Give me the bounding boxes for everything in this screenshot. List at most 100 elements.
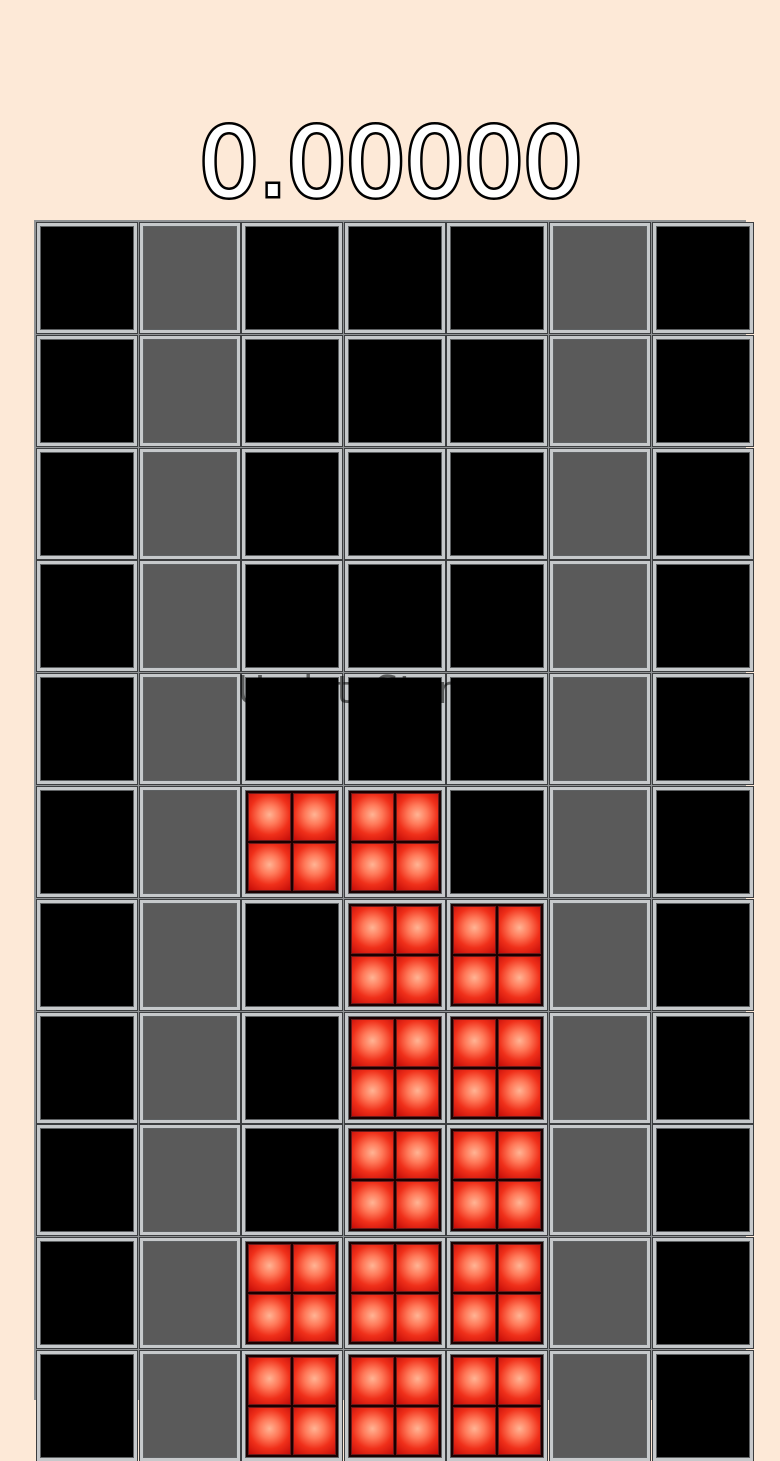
board-cell-gray[interactable]: [550, 1238, 650, 1349]
board-cell-gray[interactable]: [550, 448, 650, 559]
board-cell-black[interactable]: [37, 674, 137, 785]
board-cell-black[interactable]: [37, 335, 137, 446]
board-cell-red[interactable]: [242, 1351, 343, 1461]
board-cell-gray[interactable]: [550, 561, 650, 672]
red-block-segment: [395, 1244, 439, 1293]
board-cell-black[interactable]: [447, 674, 548, 785]
board-cell-black[interactable]: [447, 335, 548, 446]
board-cell-black[interactable]: [37, 1125, 137, 1236]
board-cell-gray[interactable]: [550, 1125, 650, 1236]
red-block-segment: [395, 843, 439, 891]
board-cell-gray[interactable]: [550, 335, 650, 446]
board-cell-red[interactable]: [344, 1351, 445, 1461]
board-cell-black[interactable]: [652, 561, 753, 672]
board-cell-black[interactable]: [652, 787, 753, 897]
board-cell-black[interactable]: [652, 335, 753, 446]
red-block-segment: [395, 1294, 439, 1343]
board-cell-black[interactable]: [447, 223, 548, 333]
board-cell-red[interactable]: [344, 787, 445, 897]
red-block-segment: [395, 1357, 439, 1405]
board-cell-red[interactable]: [447, 899, 548, 1010]
board-cell-black[interactable]: [652, 899, 753, 1010]
game-board[interactable]: [34, 220, 753, 1461]
board-cell-black[interactable]: [652, 448, 753, 559]
board-cell-black[interactable]: [652, 1125, 753, 1236]
board-cell-gray[interactable]: [139, 448, 240, 559]
board-cell-black[interactable]: [242, 1012, 343, 1123]
red-block-segment: [350, 905, 394, 954]
board-cell-red[interactable]: [447, 1238, 548, 1349]
board-cell-red[interactable]: [242, 787, 343, 897]
board-cell-black[interactable]: [344, 674, 445, 785]
board-cell-red[interactable]: [344, 1125, 445, 1236]
board-cell-gray[interactable]: [139, 223, 240, 333]
red-block-segment: [350, 793, 394, 841]
board-cell-black[interactable]: [37, 561, 137, 672]
red-block-segment: [395, 793, 439, 841]
board-cell-black[interactable]: [344, 561, 445, 672]
board-cell-gray[interactable]: [550, 1351, 650, 1461]
board-cell-black[interactable]: [652, 1351, 753, 1461]
red-block-segment: [395, 1181, 439, 1230]
board-cell-gray[interactable]: [550, 787, 650, 897]
board-cell-black[interactable]: [447, 561, 548, 672]
board-cell-red[interactable]: [344, 1012, 445, 1123]
board-cell-black[interactable]: [242, 561, 343, 672]
board-cell-black[interactable]: [344, 335, 445, 446]
red-block-segment: [248, 1294, 292, 1343]
board-cell-gray[interactable]: [139, 674, 240, 785]
board-cell-black[interactable]: [344, 223, 445, 333]
board-cell-black[interactable]: [652, 1238, 753, 1349]
red-block-segment: [350, 1068, 394, 1117]
board-cell-gray[interactable]: [139, 1125, 240, 1236]
board-cell-gray[interactable]: [139, 561, 240, 672]
board-cell-black[interactable]: [344, 448, 445, 559]
board-cell-black[interactable]: [242, 899, 343, 1010]
board-cell-gray[interactable]: [139, 1012, 240, 1123]
board-cell-black[interactable]: [447, 448, 548, 559]
board-cell-black[interactable]: [242, 223, 343, 333]
red-block-segment: [350, 1294, 394, 1343]
red-block-segment: [498, 1407, 542, 1455]
board-cell-red[interactable]: [447, 1125, 548, 1236]
board-cell-black[interactable]: [37, 1012, 137, 1123]
board-cell-gray[interactable]: [139, 899, 240, 1010]
board-cell-gray[interactable]: [550, 899, 650, 1010]
red-block-segment: [395, 1018, 439, 1067]
board-cell-black[interactable]: [37, 223, 137, 333]
board-cell-black[interactable]: [37, 448, 137, 559]
board-cell-black[interactable]: [37, 787, 137, 897]
red-block-segment: [350, 1131, 394, 1180]
board-cell-red[interactable]: [242, 1238, 343, 1349]
red-block-segment: [248, 793, 292, 841]
board-cell-black[interactable]: [447, 787, 548, 897]
red-block-segment: [350, 1357, 394, 1405]
board-cell-gray[interactable]: [139, 787, 240, 897]
board-cell-black[interactable]: [242, 1125, 343, 1236]
board-cell-black[interactable]: [242, 674, 343, 785]
board-cell-black[interactable]: [37, 899, 137, 1010]
board-cell-gray[interactable]: [550, 223, 650, 333]
red-block-segment: [248, 1244, 292, 1293]
board-cell-black[interactable]: [242, 448, 343, 559]
board-cell-red[interactable]: [447, 1012, 548, 1123]
board-cell-black[interactable]: [652, 674, 753, 785]
red-block-segment: [395, 1068, 439, 1117]
board-cell-gray[interactable]: [139, 1238, 240, 1349]
red-block-segment: [293, 1357, 337, 1405]
board-cell-gray[interactable]: [550, 674, 650, 785]
board-cell-black[interactable]: [652, 223, 753, 333]
board-cell-red[interactable]: [344, 899, 445, 1010]
board-cell-red[interactable]: [344, 1238, 445, 1349]
board-cell-black[interactable]: [242, 335, 343, 446]
board-cell-black[interactable]: [37, 1351, 137, 1461]
red-block-segment: [498, 1294, 542, 1343]
board-cell-black[interactable]: [652, 1012, 753, 1123]
board-cell-gray[interactable]: [139, 1351, 240, 1461]
board-cell-black[interactable]: [37, 1238, 137, 1349]
red-block-segment: [395, 955, 439, 1004]
red-block-segment: [395, 905, 439, 954]
board-cell-red[interactable]: [447, 1351, 548, 1461]
board-cell-gray[interactable]: [139, 335, 240, 446]
board-cell-gray[interactable]: [550, 1012, 650, 1123]
